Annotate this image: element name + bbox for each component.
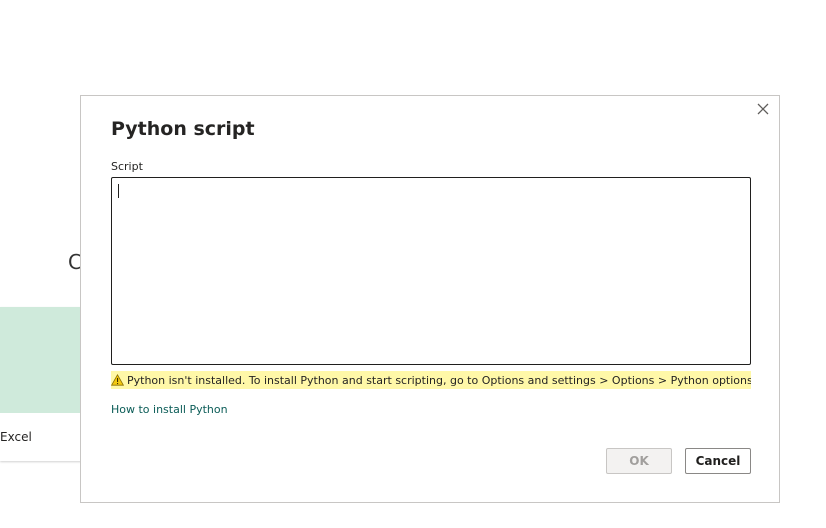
dialog-title: Python script	[111, 118, 255, 140]
script-label: Script	[111, 160, 143, 173]
python-script-dialog: Python script Script Python isn't instal…	[80, 95, 780, 503]
warning-icon	[111, 374, 124, 386]
install-python-link[interactable]: How to install Python	[111, 403, 228, 416]
close-button[interactable]	[755, 101, 771, 117]
script-textarea[interactable]	[111, 177, 751, 365]
card-thumbnail	[0, 307, 82, 413]
warning-banner: Python isn't installed. To install Pytho…	[111, 371, 751, 389]
card-label: Excel	[0, 430, 32, 444]
close-icon	[757, 103, 769, 115]
cancel-button[interactable]: Cancel	[685, 448, 751, 474]
excel-source-card[interactable]: Excel	[0, 307, 82, 461]
text-caret	[118, 184, 119, 198]
page: C Excel Python script Script Python isn'…	[0, 0, 826, 528]
warning-text: Python isn't installed. To install Pytho…	[127, 373, 751, 387]
ok-button[interactable]: OK	[606, 448, 672, 474]
